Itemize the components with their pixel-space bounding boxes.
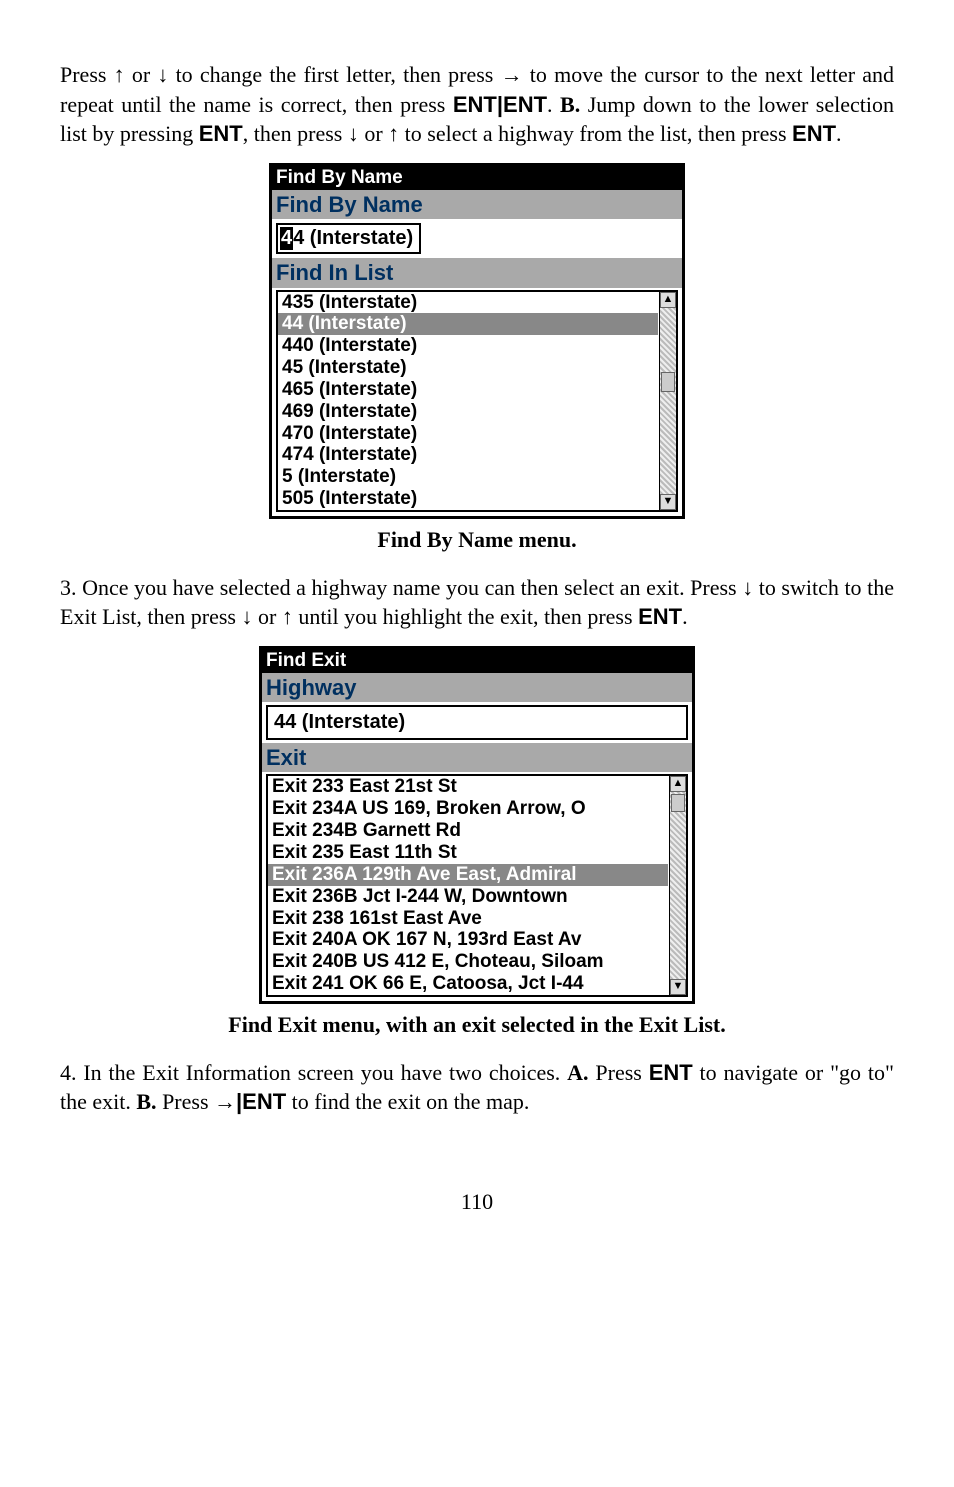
section-exit: Exit [262,743,692,772]
name-input[interactable]: 44 (Interstate) [276,223,421,254]
list-item[interactable]: Exit 238 161st East Ave [268,908,668,930]
scrollbar[interactable]: ▲ ▼ [659,292,676,510]
ent-key: ENT [503,92,547,117]
find-exit-screenshot: Find Exit Highway 44 (Interstate) Exit E… [259,646,695,1004]
list-item[interactable]: 45 (Interstate) [278,357,658,379]
right-arrow-icon: → [214,1089,236,1114]
caption-1: Find By Name menu. [60,525,894,555]
scroll-thumb[interactable] [671,794,685,812]
list-item[interactable]: Exit 236B Jct I-244 W, Downtown [268,886,668,908]
caption-2: Find Exit menu, with an exit selected in… [60,1010,894,1040]
page-number: 110 [60,1187,894,1217]
list-item[interactable]: Exit 235 East 11th St [268,842,668,864]
list-item[interactable]: 5 (Interstate) [278,466,658,488]
find-by-name-screenshot: Find By Name Find By Name 44 (Interstate… [269,163,685,519]
highway-list[interactable]: 435 (Interstate)44 (Interstate)440 (Inte… [276,290,678,512]
window-title: Find Exit [262,649,692,673]
window-title: Find By Name [272,166,682,190]
exit-list[interactable]: Exit 233 East 21st StExit 234A US 169, B… [266,774,688,996]
ent-key: ENT [638,604,682,629]
list-item[interactable]: Exit 233 East 21st St [268,776,668,798]
up-arrow-icon: ↑ [388,121,399,146]
list-item[interactable]: Exit 234B Garnett Rd [268,820,668,842]
ent-key: ENT [792,121,836,146]
list-item[interactable]: Exit 240B US 412 E, Choteau, Siloam [268,951,668,973]
list-item[interactable]: Exit 240A OK 167 N, 193rd East Av [268,929,668,951]
down-arrow-icon: ↓ [348,121,359,146]
list-item[interactable]: 440 (Interstate) [278,335,658,357]
down-arrow-icon: ↓ [241,604,252,629]
ent-key: ENT [199,121,243,146]
section-find-by-name: Find By Name [272,190,682,219]
ent-key: ENT [649,1060,693,1085]
list-item[interactable]: 470 (Interstate) [278,423,658,445]
up-arrow-icon: ↑ [114,62,125,87]
paragraph-3: 4. In the Exit Information screen you ha… [60,1058,894,1117]
scroll-down-button[interactable]: ▼ [670,979,686,995]
paragraph-1: Press ↑ or ↓ to change the first letter,… [60,60,894,149]
list-item[interactable]: 435 (Interstate) [278,292,658,314]
ent-key: ENT [242,1089,286,1114]
down-arrow-icon: ↓ [742,575,753,600]
list-item[interactable]: Exit 234A US 169, Broken Arrow, O [268,798,668,820]
scrollbar[interactable]: ▲ ▼ [669,776,686,994]
list-item[interactable]: 44 (Interstate) [278,313,658,335]
list-item[interactable]: 505 (Interstate) [278,488,658,510]
list-item[interactable]: 474 (Interstate) [278,444,658,466]
paragraph-2: 3. Once you have selected a highway name… [60,573,894,632]
highway-value: 44 (Interstate) [266,705,688,740]
ent-key: ENT [453,92,497,117]
down-arrow-icon: ↓ [157,62,168,87]
list-item[interactable]: 469 (Interstate) [278,401,658,423]
right-arrow-icon: → [501,62,523,87]
section-find-in-list: Find In List [272,258,682,287]
list-item[interactable]: Exit 241 OK 66 E, Catoosa, Jct I-44 [268,973,668,995]
scroll-down-button[interactable]: ▼ [660,494,676,510]
section-highway: Highway [262,673,692,702]
list-item[interactable]: 465 (Interstate) [278,379,658,401]
scroll-thumb[interactable] [661,372,675,392]
scroll-up-button[interactable]: ▲ [660,292,676,308]
scroll-up-button[interactable]: ▲ [670,776,686,792]
list-item[interactable]: Exit 236A 129th Ave East, Admiral [268,864,668,886]
up-arrow-icon: ↑ [282,604,293,629]
